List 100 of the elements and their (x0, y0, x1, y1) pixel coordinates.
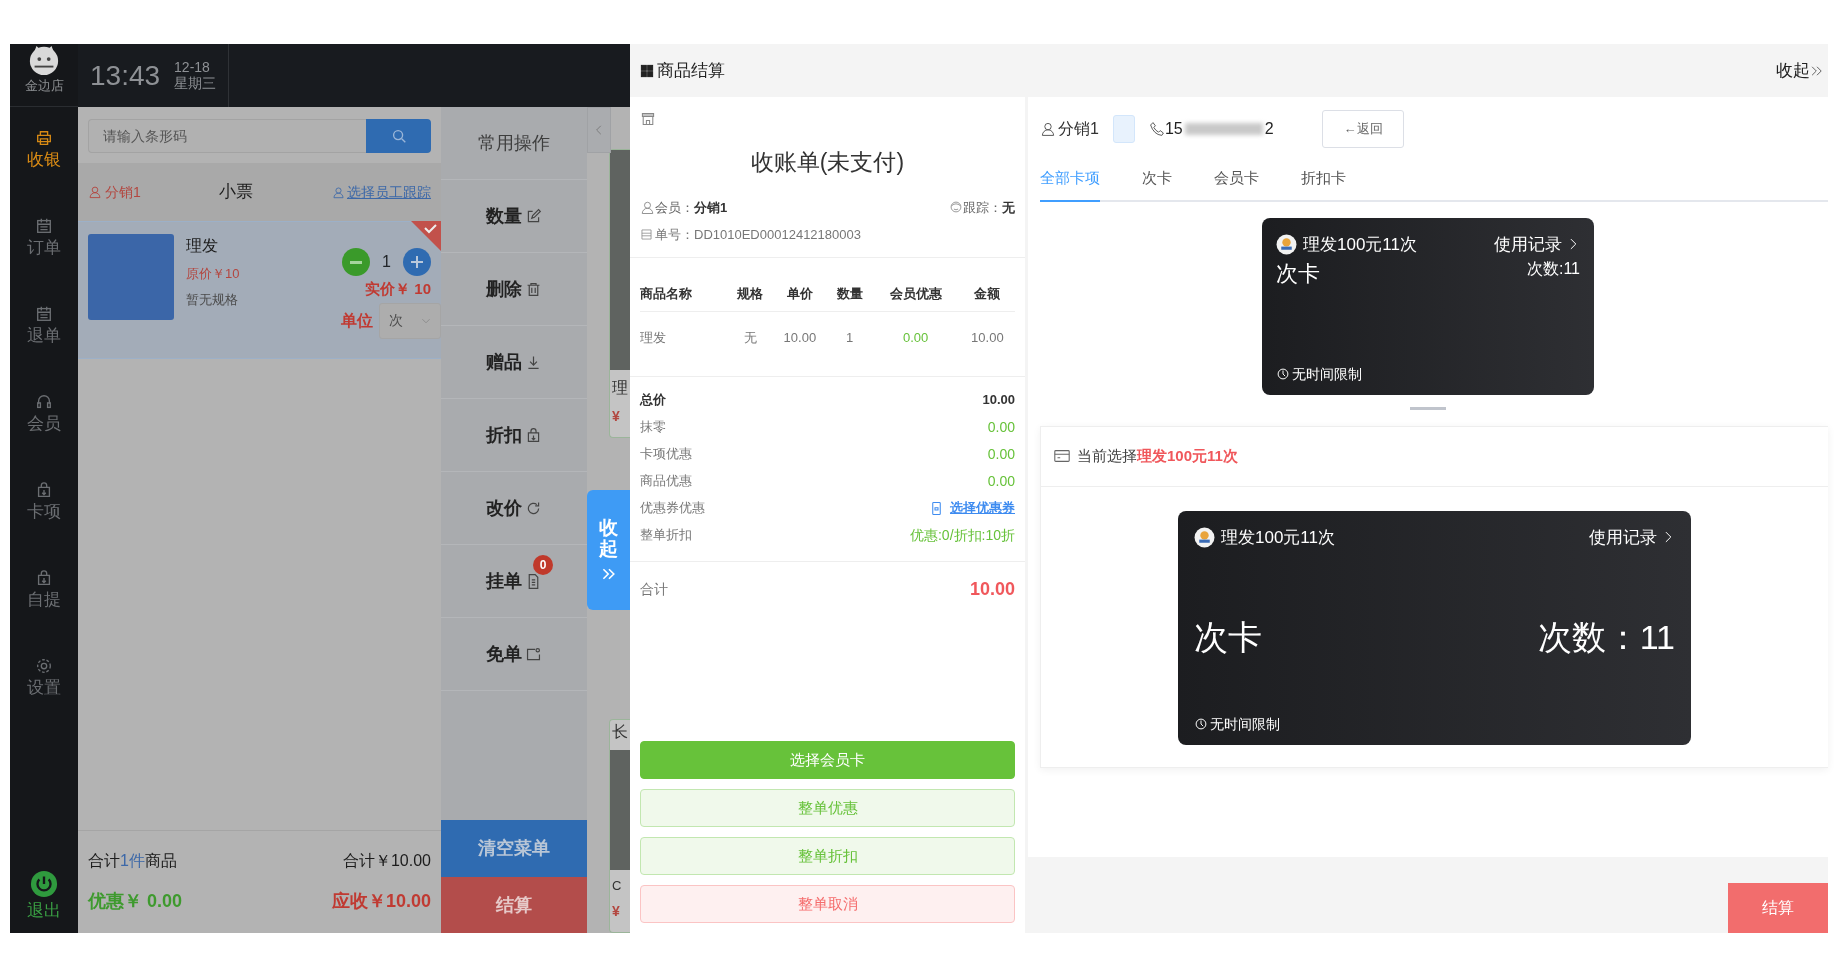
trash-icon (525, 280, 542, 298)
item-count-text: 合计1件商品 (88, 850, 177, 871)
card-tab[interactable]: 次卡 (1142, 161, 1172, 202)
card-name: 理发100元11次 (1303, 233, 1417, 256)
sidebar-item[interactable]: 收银 (10, 107, 78, 195)
collapse-link[interactable]: 收起 (1776, 57, 1824, 84)
card-tab[interactable]: 折扣卡 (1301, 161, 1346, 202)
plus-button[interactable] (403, 248, 431, 276)
card-logo-icon (1276, 233, 1297, 255)
back-button[interactable]: ←返回 (1322, 110, 1404, 148)
card-icon (1053, 447, 1071, 465)
table-cell: 0.00 (871, 311, 960, 364)
edit-icon (525, 207, 542, 225)
column-header: 金额 (959, 275, 1015, 312)
current-selection-text: 当前选择理发100元11次 (1077, 445, 1238, 466)
usage-history-link[interactable]: 使用记录 (1589, 524, 1675, 550)
member-card[interactable]: 理发100元11次 使用记录 次卡 次数:11 无时间限制 (1262, 217, 1594, 395)
unit-value: 次 (388, 311, 403, 330)
unit-label: 单位 (341, 310, 373, 331)
grand-total: 10.00 (969, 577, 1015, 601)
sidebar-item[interactable]: 订单 (10, 195, 78, 283)
select-coupon-link[interactable]: 选择优惠券 (929, 498, 1015, 518)
sidebar-item[interactable]: 设置 (10, 635, 78, 723)
validity-text: 无时间限制 (1210, 714, 1280, 734)
calendar-icon (35, 305, 53, 324)
product-card[interactable]: 理 ¥ (609, 149, 630, 438)
store-icon (640, 111, 656, 127)
bag-icon (35, 569, 53, 588)
checkout-button[interactable]: 结算 (441, 877, 587, 933)
product-price: ¥ (611, 407, 621, 426)
logout-button[interactable]: 退出 (27, 869, 61, 933)
total-amount: 合计￥10.00 (342, 850, 431, 871)
discount-amount: 优惠￥ 0.00 (88, 890, 183, 914)
clock-time: 13:43 (90, 58, 161, 93)
sidebar-item[interactable]: 退单 (10, 283, 78, 371)
minus-button[interactable] (342, 248, 371, 276)
phone-icon (1148, 121, 1165, 137)
selected-member-card[interactable]: 理发100元11次 使用记录 次卡 次数：11 无时间限制 (1178, 510, 1691, 745)
bag-icon (35, 481, 53, 500)
face-icon (949, 200, 963, 215)
operation-button[interactable]: 删除 (441, 253, 587, 326)
remaining-count: 次数:11 (1526, 259, 1580, 279)
operation-button[interactable]: 免单 (441, 618, 587, 691)
member-name: 分销1 (105, 182, 141, 202)
summary-label: 优惠券优惠 (640, 499, 705, 518)
remaining-count: 次数：11 (1537, 617, 1675, 658)
unit-select[interactable]: 次 (379, 302, 441, 339)
product-name: 长 (611, 721, 629, 742)
cart-item-row[interactable]: 理发 原价￥10 暂无规格 1 实价￥ 10 单位 次 (78, 221, 441, 359)
summary-value: 0.00 (987, 444, 1015, 464)
operation-button[interactable]: 赠品 (441, 326, 587, 399)
card-type: 次卡 (1276, 260, 1320, 288)
member-text: 会员：分销1 (655, 198, 728, 217)
table-cell: 10.00 (959, 311, 1015, 364)
original-price: 原价￥10 (186, 265, 240, 283)
operation-button[interactable]: 折扣 (441, 399, 587, 472)
barcode-field[interactable]: 请输入条形码 (88, 119, 366, 153)
table-cell: 10.00 (772, 311, 828, 364)
usage-history-link[interactable]: 使用记录 (1494, 231, 1580, 257)
count-badge: 0 (533, 555, 553, 575)
printer-icon (35, 129, 53, 148)
summary-value: 优惠:0/折扣:10折 (909, 525, 1015, 545)
drag-handle[interactable] (1410, 406, 1446, 410)
sidebar-item[interactable]: 会员 (10, 371, 78, 459)
receipt-title: 收账单(未支付) (749, 148, 906, 177)
summary-label: 卡项优惠 (640, 445, 692, 464)
table-cell: 无 (728, 311, 773, 364)
receivable-amount: 应收￥10.00 (331, 890, 431, 914)
product-name: 理发 (186, 236, 219, 256)
operation-button[interactable]: 数量 (441, 180, 587, 253)
coupon-icon (929, 500, 944, 516)
weekday-text: 星期三 (174, 75, 217, 91)
tracker-text: 跟踪：无 (963, 198, 1015, 217)
column-header: 会员优惠 (871, 275, 960, 312)
ticket-title: 小票 (219, 181, 254, 204)
summary-label: 抹零 (640, 418, 666, 437)
gear-icon (35, 657, 53, 676)
table-cell: 理发 (640, 311, 729, 364)
product-card[interactable]: 长 C ¥ (609, 718, 630, 933)
column-header: 商品名称 (640, 275, 729, 312)
product-code: C (611, 876, 623, 895)
summary-label: 整单折扣 (640, 526, 692, 545)
card-name: 理发100元11次 (1221, 526, 1335, 549)
search-button[interactable] (366, 119, 431, 153)
sidebar-item[interactable]: 自提 (10, 547, 78, 635)
table-cell: 1 (827, 311, 872, 364)
actual-price: 实价￥ 10 (365, 279, 431, 299)
person-icon (332, 185, 345, 199)
calendar-icon (35, 217, 53, 236)
collapse-button[interactable] (587, 107, 611, 153)
card-tab[interactable]: 会员卡 (1214, 161, 1259, 202)
person-icon (640, 199, 655, 215)
product-name: 理 (611, 378, 629, 398)
phone-number: 15 (1164, 119, 1183, 139)
ticket-icon (525, 645, 542, 663)
sidebar-item[interactable]: 卡项 (10, 459, 78, 547)
avatar-placeholder (1112, 115, 1135, 143)
summary-value: 0.00 (987, 471, 1015, 491)
summary-value: 0.00 (987, 417, 1015, 437)
column-header: 规格 (728, 275, 773, 312)
